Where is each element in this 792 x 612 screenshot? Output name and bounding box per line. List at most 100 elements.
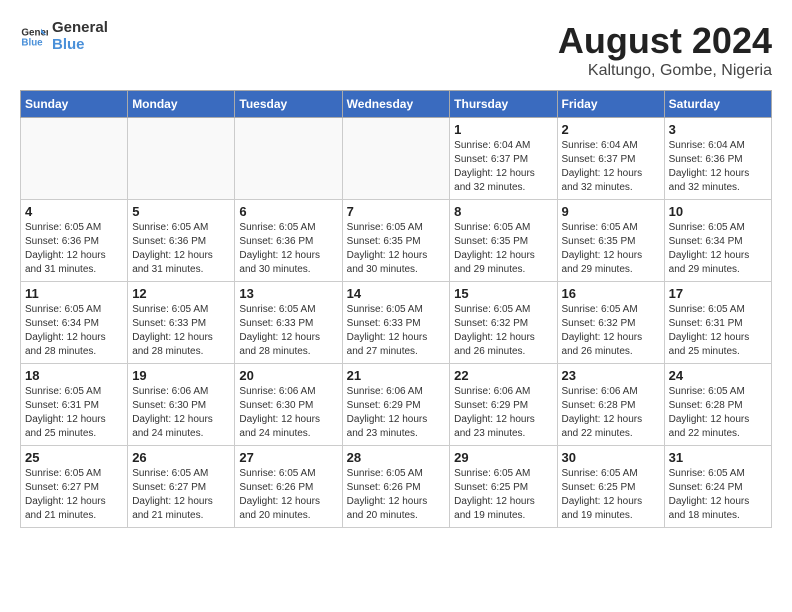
calendar-cell: 2 Sunrise: 6:04 AM Sunset: 6:37 PM Daylig… <box>557 118 664 200</box>
day-info: Sunrise: 6:04 AM Sunset: 6:37 PM Dayligh… <box>454 139 552 195</box>
weekday-tuesday: Tuesday <box>235 91 342 118</box>
calendar-cell <box>21 118 128 200</box>
day-number: 27 <box>239 450 337 465</box>
weekday-sunday: Sunday <box>21 91 128 118</box>
calendar-cell: 29 Sunrise: 6:05 AM Sunset: 6:25 PM Dayli… <box>450 446 557 528</box>
weekday-wednesday: Wednesday <box>342 91 450 118</box>
calendar-week-2: 11Sunrise: 6:05 AM Sunset: 6:34 PM Dayli… <box>21 282 772 364</box>
weekday-friday: Friday <box>557 91 664 118</box>
calendar-cell <box>235 118 342 200</box>
day-info: Sunrise: 6:06 AM Sunset: 6:29 PM Dayligh… <box>454 385 552 441</box>
logo: General Blue General Blue <box>20 20 108 53</box>
day-info: Sunrise: 6:05 AM Sunset: 6:31 PM Dayligh… <box>25 385 123 441</box>
page-header: General Blue General Blue August 2024 Ka… <box>20 20 772 80</box>
day-info: Sunrise: 6:06 AM Sunset: 6:29 PM Dayligh… <box>347 385 446 441</box>
calendar-cell: 6 Sunrise: 6:05 AM Sunset: 6:36 PM Daylig… <box>235 200 342 282</box>
day-info: Sunrise: 6:06 AM Sunset: 6:30 PM Dayligh… <box>239 385 337 441</box>
month-year: August 2024 <box>558 20 772 62</box>
day-number: 5 <box>132 204 230 219</box>
logo-icon: General Blue <box>20 23 48 51</box>
calendar-cell: 24Sunrise: 6:05 AM Sunset: 6:28 PM Dayli… <box>664 364 771 446</box>
day-number: 29 <box>454 450 552 465</box>
weekday-thursday: Thursday <box>450 91 557 118</box>
day-info: Sunrise: 6:05 AM Sunset: 6:35 PM Dayligh… <box>454 221 552 277</box>
day-info: Sunrise: 6:05 AM Sunset: 6:35 PM Dayligh… <box>347 221 446 277</box>
calendar-week-0: 1 Sunrise: 6:04 AM Sunset: 6:37 PM Daylig… <box>21 118 772 200</box>
day-number: 4 <box>25 204 123 219</box>
day-number: 13 <box>239 286 337 301</box>
day-info: Sunrise: 6:05 AM Sunset: 6:34 PM Dayligh… <box>669 221 767 277</box>
calendar-week-3: 18Sunrise: 6:05 AM Sunset: 6:31 PM Dayli… <box>21 364 772 446</box>
calendar-cell: 14Sunrise: 6:05 AM Sunset: 6:33 PM Dayli… <box>342 282 450 364</box>
day-number: 2 <box>562 122 660 137</box>
day-number: 15 <box>454 286 552 301</box>
calendar-cell: 26 Sunrise: 6:05 AM Sunset: 6:27 PM Dayli… <box>128 446 235 528</box>
day-number: 1 <box>454 122 552 137</box>
weekday-saturday: Saturday <box>664 91 771 118</box>
day-number: 20 <box>239 368 337 383</box>
day-info: Sunrise: 6:05 AM Sunset: 6:25 PM Dayligh… <box>562 467 660 523</box>
calendar-cell: 5 Sunrise: 6:05 AM Sunset: 6:36 PM Daylig… <box>128 200 235 282</box>
day-number: 6 <box>239 204 337 219</box>
calendar-cell: 3 Sunrise: 6:04 AM Sunset: 6:36 PM Daylig… <box>664 118 771 200</box>
calendar-cell <box>342 118 450 200</box>
day-info: Sunrise: 6:05 AM Sunset: 6:34 PM Dayligh… <box>25 303 123 359</box>
day-number: 21 <box>347 368 446 383</box>
day-info: Sunrise: 6:05 AM Sunset: 6:36 PM Dayligh… <box>132 221 230 277</box>
day-number: 14 <box>347 286 446 301</box>
calendar-cell: 23Sunrise: 6:06 AM Sunset: 6:28 PM Dayli… <box>557 364 664 446</box>
calendar-cell: 17 Sunrise: 6:05 AM Sunset: 6:31 PM Dayli… <box>664 282 771 364</box>
day-number: 3 <box>669 122 767 137</box>
day-number: 19 <box>132 368 230 383</box>
day-info: Sunrise: 6:05 AM Sunset: 6:36 PM Dayligh… <box>239 221 337 277</box>
day-number: 25 <box>25 450 123 465</box>
day-info: Sunrise: 6:05 AM Sunset: 6:26 PM Dayligh… <box>347 467 446 523</box>
day-number: 10 <box>669 204 767 219</box>
day-info: Sunrise: 6:05 AM Sunset: 6:27 PM Dayligh… <box>132 467 230 523</box>
day-info: Sunrise: 6:05 AM Sunset: 6:31 PM Dayligh… <box>669 303 767 359</box>
calendar-cell: 19Sunrise: 6:06 AM Sunset: 6:30 PM Dayli… <box>128 364 235 446</box>
day-number: 30 <box>562 450 660 465</box>
weekday-monday: Monday <box>128 91 235 118</box>
svg-text:Blue: Blue <box>21 37 43 48</box>
calendar-table: SundayMondayTuesdayWednesdayThursdayFrid… <box>20 90 772 528</box>
day-info: Sunrise: 6:05 AM Sunset: 6:33 PM Dayligh… <box>239 303 337 359</box>
calendar-cell: 8Sunrise: 6:05 AM Sunset: 6:35 PM Daylig… <box>450 200 557 282</box>
calendar-cell: 21 Sunrise: 6:06 AM Sunset: 6:29 PM Dayli… <box>342 364 450 446</box>
calendar-cell: 13 Sunrise: 6:05 AM Sunset: 6:33 PM Dayli… <box>235 282 342 364</box>
day-info: Sunrise: 6:05 AM Sunset: 6:32 PM Dayligh… <box>454 303 552 359</box>
day-info: Sunrise: 6:04 AM Sunset: 6:37 PM Dayligh… <box>562 139 660 195</box>
calendar-cell: 7 Sunrise: 6:05 AM Sunset: 6:35 PM Daylig… <box>342 200 450 282</box>
calendar-cell: 9Sunrise: 6:05 AM Sunset: 6:35 PM Daylig… <box>557 200 664 282</box>
calendar-cell: 11Sunrise: 6:05 AM Sunset: 6:34 PM Dayli… <box>21 282 128 364</box>
calendar-cell: 18Sunrise: 6:05 AM Sunset: 6:31 PM Dayli… <box>21 364 128 446</box>
calendar-cell: 10 Sunrise: 6:05 AM Sunset: 6:34 PM Dayli… <box>664 200 771 282</box>
day-number: 26 <box>132 450 230 465</box>
title-block: August 2024 Kaltungo, Gombe, Nigeria <box>558 20 772 80</box>
calendar-cell: 1 Sunrise: 6:04 AM Sunset: 6:37 PM Daylig… <box>450 118 557 200</box>
calendar-week-4: 25 Sunrise: 6:05 AM Sunset: 6:27 PM Dayli… <box>21 446 772 528</box>
day-number: 22 <box>454 368 552 383</box>
calendar-cell: 16Sunrise: 6:05 AM Sunset: 6:32 PM Dayli… <box>557 282 664 364</box>
calendar-cell: 30 Sunrise: 6:05 AM Sunset: 6:25 PM Dayli… <box>557 446 664 528</box>
calendar-cell <box>128 118 235 200</box>
calendar-cell: 25 Sunrise: 6:05 AM Sunset: 6:27 PM Dayli… <box>21 446 128 528</box>
day-number: 17 <box>669 286 767 301</box>
calendar-cell: 4 Sunrise: 6:05 AM Sunset: 6:36 PM Daylig… <box>21 200 128 282</box>
day-number: 31 <box>669 450 767 465</box>
calendar-cell: 22 Sunrise: 6:06 AM Sunset: 6:29 PM Dayli… <box>450 364 557 446</box>
calendar-cell: 20 Sunrise: 6:06 AM Sunset: 6:30 PM Dayli… <box>235 364 342 446</box>
day-info: Sunrise: 6:05 AM Sunset: 6:36 PM Dayligh… <box>25 221 123 277</box>
day-info: Sunrise: 6:05 AM Sunset: 6:28 PM Dayligh… <box>669 385 767 441</box>
calendar-week-1: 4 Sunrise: 6:05 AM Sunset: 6:36 PM Daylig… <box>21 200 772 282</box>
day-number: 9 <box>562 204 660 219</box>
day-info: Sunrise: 6:04 AM Sunset: 6:36 PM Dayligh… <box>669 139 767 195</box>
day-info: Sunrise: 6:05 AM Sunset: 6:26 PM Dayligh… <box>239 467 337 523</box>
day-number: 28 <box>347 450 446 465</box>
day-info: Sunrise: 6:05 AM Sunset: 6:33 PM Dayligh… <box>132 303 230 359</box>
day-info: Sunrise: 6:05 AM Sunset: 6:27 PM Dayligh… <box>25 467 123 523</box>
day-number: 7 <box>347 204 446 219</box>
day-number: 12 <box>132 286 230 301</box>
day-info: Sunrise: 6:05 AM Sunset: 6:25 PM Dayligh… <box>454 467 552 523</box>
day-info: Sunrise: 6:05 AM Sunset: 6:32 PM Dayligh… <box>562 303 660 359</box>
